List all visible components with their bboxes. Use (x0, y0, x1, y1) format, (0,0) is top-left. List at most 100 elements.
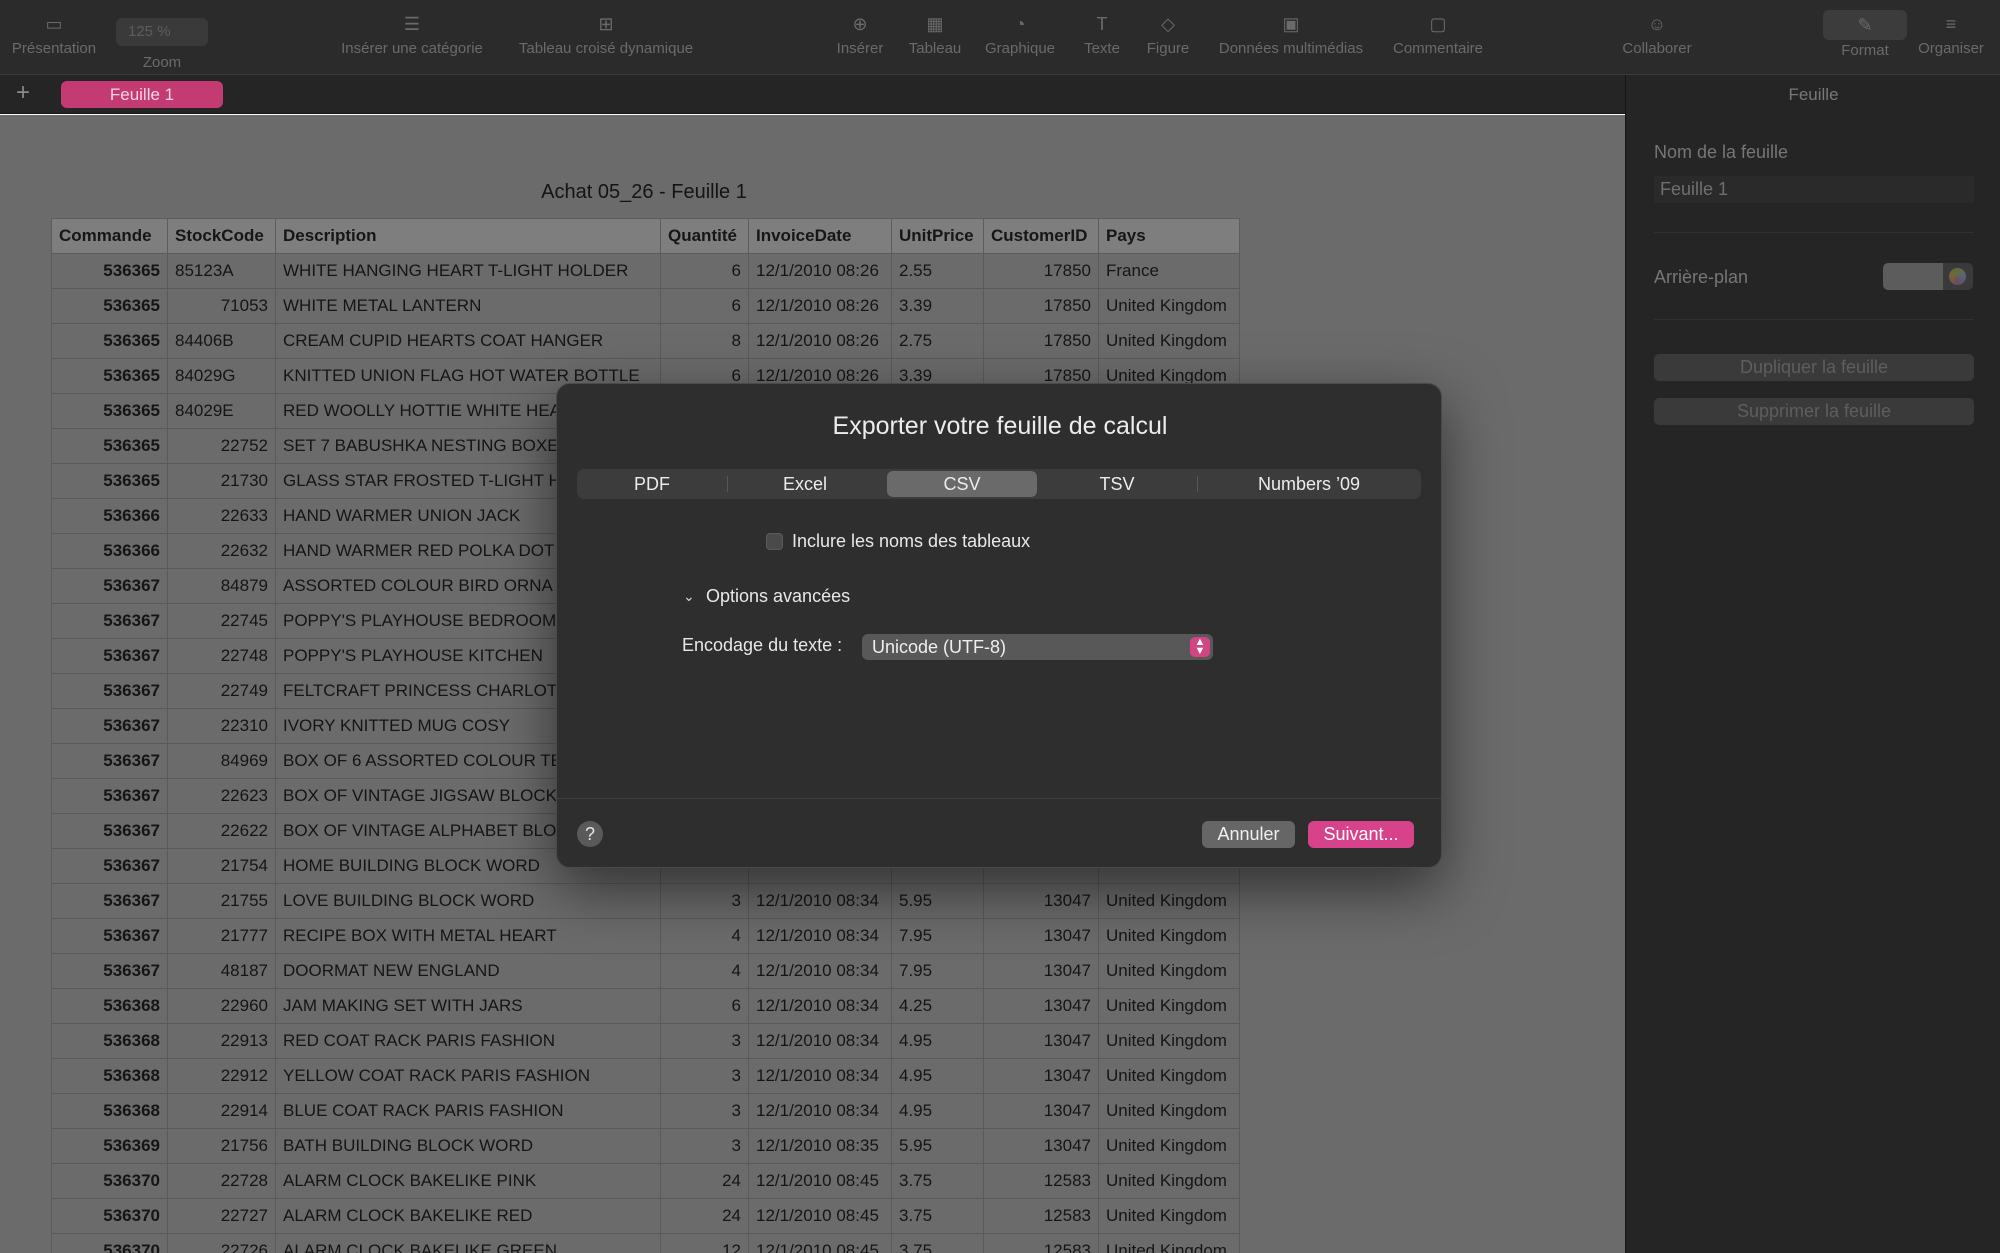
table-cell[interactable]: 12583 (983, 1233, 1099, 1253)
toolbar-sidebar-view-button[interactable]: ▭ Présentation (12, 14, 96, 57)
table-cell[interactable]: 12/1/2010 08:26 (748, 288, 892, 324)
table-cell[interactable]: 13047 (983, 1128, 1099, 1164)
table-cell[interactable]: 84969 (167, 743, 276, 779)
table-cell[interactable]: 21777 (167, 918, 276, 954)
include-table-names-checkbox[interactable] (766, 533, 783, 550)
table-cell[interactable]: 22632 (167, 533, 276, 569)
table-cell[interactable]: 536365 (51, 288, 168, 324)
table-cell[interactable]: 22728 (167, 1163, 276, 1199)
table-cell[interactable]: 536368 (51, 988, 168, 1024)
table-cell[interactable]: 536365 (51, 463, 168, 499)
table-cell[interactable]: RED COAT RACK PARIS FASHION (275, 1023, 661, 1059)
table-cell[interactable]: 536365 (51, 428, 168, 464)
format-tab-excel[interactable]: Excel (727, 469, 883, 499)
table-cell[interactable]: United Kingdom (1098, 953, 1240, 989)
table-cell[interactable]: 21755 (167, 883, 276, 919)
table-cell[interactable]: 22912 (167, 1058, 276, 1094)
table-cell[interactable]: 8 (660, 323, 749, 359)
table-cell[interactable]: JAM MAKING SET WITH JARS (275, 988, 661, 1024)
help-button[interactable]: ? (577, 821, 603, 847)
toolbar-collaborate-button[interactable]: ☺ Collaborer (1622, 14, 1691, 57)
next-button[interactable]: Suivant... (1308, 821, 1414, 848)
table-cell[interactable]: 22914 (167, 1093, 276, 1129)
table-cell[interactable]: 22748 (167, 638, 276, 674)
toolbar-insert-button[interactable]: ⊕ Insérer (837, 14, 884, 57)
table-cell[interactable]: 3.75 (891, 1198, 984, 1234)
table-cell[interactable]: 13047 (983, 953, 1099, 989)
table-cell[interactable]: 12/1/2010 08:35 (748, 1128, 892, 1164)
table-cell[interactable]: WHITE METAL LANTERN (275, 288, 661, 324)
table-cell[interactable]: United Kingdom (1098, 1058, 1240, 1094)
delete-sheet-button[interactable]: Supprimer la feuille (1654, 398, 1974, 425)
table-cell[interactable]: 6 (660, 988, 749, 1024)
table-cell[interactable]: 22745 (167, 603, 276, 639)
table-cell[interactable]: United Kingdom (1098, 288, 1240, 324)
table-cell[interactable]: 536367 (51, 778, 168, 814)
table-cell[interactable]: ALARM CLOCK BAKELIKE GREEN (275, 1233, 661, 1253)
color-wheel-button[interactable] (1943, 263, 1973, 290)
background-color-swatch[interactable] (1883, 263, 1943, 290)
toolbar-category-list-button[interactable]: ☰ Insérer une catégorie (341, 14, 483, 57)
table-cell[interactable]: United Kingdom (1098, 1163, 1240, 1199)
table-cell[interactable]: 536365 (51, 358, 168, 394)
table-cell[interactable]: 536367 (51, 883, 168, 919)
table-cell[interactable]: 5.95 (891, 883, 984, 919)
column-header[interactable]: Quantité (660, 218, 749, 254)
table-cell[interactable]: 6 (660, 288, 749, 324)
table-cell[interactable]: 536365 (51, 393, 168, 429)
table-cell[interactable]: 4.95 (891, 1058, 984, 1094)
table-cell[interactable]: 85123A (167, 253, 276, 289)
table-cell[interactable]: 22960 (167, 988, 276, 1024)
advanced-options-toggle[interactable]: Options avancées (706, 586, 850, 607)
table-cell[interactable]: 22749 (167, 673, 276, 709)
sheet-name-field[interactable]: Feuille 1 (1654, 176, 1974, 203)
table-cell[interactable]: 12/1/2010 08:34 (748, 1058, 892, 1094)
table-cell[interactable]: 536367 (51, 848, 168, 884)
encoding-select[interactable]: Unicode (UTF-8) ▲ ▼ (862, 634, 1213, 660)
table-cell[interactable]: United Kingdom (1098, 1093, 1240, 1129)
table-cell[interactable]: 13047 (983, 1058, 1099, 1094)
table-cell[interactable]: 13047 (983, 1023, 1099, 1059)
toolbar-organize-button[interactable]: ≡ Organiser (1918, 14, 1984, 57)
table-cell[interactable]: 12 (660, 1233, 749, 1253)
table-cell[interactable]: 12/1/2010 08:26 (748, 253, 892, 289)
table-cell[interactable]: 536365 (51, 323, 168, 359)
table-cell[interactable]: France (1098, 253, 1240, 289)
table-cell[interactable]: 536367 (51, 638, 168, 674)
table-cell[interactable]: ALARM CLOCK BAKELIKE PINK (275, 1163, 661, 1199)
table-cell[interactable]: 21754 (167, 848, 276, 884)
table-cell[interactable]: 13047 (983, 1093, 1099, 1129)
table-cell[interactable]: WHITE HANGING HEART T-LIGHT HOLDER (275, 253, 661, 289)
table-cell[interactable]: 84406B (167, 323, 276, 359)
toolbar-media-button[interactable]: ▣ Données multimédias (1219, 14, 1363, 57)
table-cell[interactable]: 12/1/2010 08:34 (748, 883, 892, 919)
table-cell[interactable]: 536367 (51, 708, 168, 744)
table-cell[interactable]: 536366 (51, 533, 168, 569)
table-cell[interactable]: 536367 (51, 603, 168, 639)
table-cell[interactable]: 3.39 (891, 288, 984, 324)
table-cell[interactable]: 536370 (51, 1163, 168, 1199)
table-cell[interactable]: 3.75 (891, 1233, 984, 1253)
table-cell[interactable]: 13047 (983, 883, 1099, 919)
table-cell[interactable]: 22727 (167, 1198, 276, 1234)
zoom-select[interactable]: 125 % (116, 18, 208, 46)
table-cell[interactable]: LOVE BUILDING BLOCK WORD (275, 883, 661, 919)
cancel-button[interactable]: Annuler (1202, 821, 1295, 848)
table-cell[interactable]: 7.95 (891, 953, 984, 989)
table-cell[interactable]: 4.95 (891, 1023, 984, 1059)
chevron-down-icon[interactable]: ⌄ (683, 588, 695, 605)
table-cell[interactable]: 536365 (51, 253, 168, 289)
table-cell[interactable]: 7.95 (891, 918, 984, 954)
table-cell[interactable]: YELLOW COAT RACK PARIS FASHION (275, 1058, 661, 1094)
table-cell[interactable]: 536367 (51, 743, 168, 779)
table-cell[interactable]: 84879 (167, 568, 276, 604)
format-tab-pdf[interactable]: PDF (577, 469, 727, 499)
table-cell[interactable]: 48187 (167, 953, 276, 989)
table-cell[interactable]: 17850 (983, 288, 1099, 324)
table-cell[interactable]: 12/1/2010 08:45 (748, 1163, 892, 1199)
column-header[interactable]: InvoiceDate (748, 218, 892, 254)
table-cell[interactable]: 3.75 (891, 1163, 984, 1199)
table-cell[interactable]: 5.95 (891, 1128, 984, 1164)
table-cell[interactable]: 3 (660, 1023, 749, 1059)
table-cell[interactable]: 17850 (983, 253, 1099, 289)
